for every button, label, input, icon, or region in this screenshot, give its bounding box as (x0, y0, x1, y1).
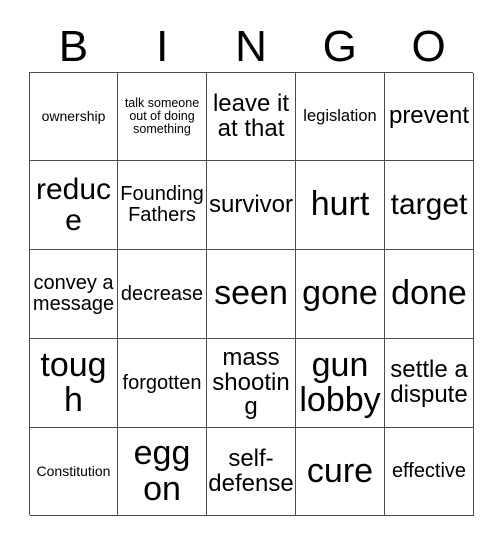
bingo-cell[interactable]: done (385, 250, 474, 339)
bingo-cell-label: Founding Fathers (120, 183, 204, 226)
bingo-card: B I N G O ownership talk someone out of … (0, 0, 500, 544)
bingo-cell-label: survivor (208, 190, 293, 218)
bingo-cell[interactable]: mass shooting (207, 339, 296, 428)
header-letter-i: I (156, 22, 169, 71)
bingo-cell[interactable]: survivor (207, 161, 296, 250)
bingo-cell-label: effective (391, 460, 467, 483)
bingo-cell[interactable]: talk someone out of doing something (118, 73, 207, 161)
bingo-cell-label: leave it at that (212, 89, 290, 142)
bingo-cell[interactable]: target (385, 161, 474, 250)
bingo-cell[interactable]: egg on (118, 428, 207, 516)
bingo-cell[interactable]: Constitution (30, 428, 118, 516)
bingo-cell[interactable]: seen (207, 250, 296, 339)
bingo-cell-label: tough (40, 345, 107, 419)
bingo-cell-label: gun lobby (299, 345, 381, 419)
bingo-cell[interactable]: effective (385, 428, 474, 516)
bingo-cell-label: legislation (303, 106, 377, 125)
bingo-cell[interactable]: ownership (30, 73, 118, 161)
bingo-cell-label: gone (302, 274, 378, 313)
bingo-cell-label: ownership (41, 108, 106, 125)
bingo-cell-label: done (391, 274, 467, 313)
header-letter-g: G (322, 22, 357, 71)
bingo-cell-label: cure (306, 451, 374, 490)
bingo-cell-label: decrease (120, 282, 204, 305)
bingo-grid: ownership talk someone out of doing some… (29, 72, 474, 516)
bingo-cell-label: seen (214, 274, 288, 313)
header-letter-o: O (411, 22, 446, 71)
bingo-cell-label: prevent (388, 102, 470, 130)
bingo-cell[interactable]: gone (296, 250, 385, 339)
bingo-cell[interactable]: convey a message (30, 250, 118, 339)
bingo-cell-label: reduce (35, 172, 112, 237)
bingo-cell-label: forgotten (122, 371, 202, 394)
header-letter-n: N (235, 22, 267, 71)
bingo-cell-label: talk someone out of doing something (124, 96, 200, 136)
bingo-cell-label: Constitution (36, 463, 111, 480)
bingo-cell[interactable]: legislation (296, 73, 385, 161)
bingo-cell[interactable]: settle a dispute (385, 339, 474, 428)
bingo-cell[interactable]: decrease (118, 250, 207, 339)
bingo-cell-label: convey a message (32, 272, 115, 315)
bingo-cell-label: settle a dispute (390, 356, 468, 408)
bingo-cell[interactable]: hurt (296, 161, 385, 250)
bingo-cell[interactable]: forgotten (118, 339, 207, 428)
bingo-cell[interactable]: gun lobby (296, 339, 385, 428)
bingo-cell-label: self-defense (208, 444, 294, 497)
bingo-header: B I N G O (29, 22, 473, 72)
bingo-cell[interactable]: tough (30, 339, 118, 428)
bingo-cell[interactable]: leave it at that (207, 73, 296, 161)
bingo-cell[interactable]: reduce (30, 161, 118, 250)
bingo-cell-label: target (390, 188, 468, 222)
bingo-cell-label: egg on (133, 434, 191, 508)
bingo-cell[interactable]: prevent (385, 73, 474, 161)
bingo-cell[interactable]: cure (296, 428, 385, 516)
bingo-cell-label: hurt (310, 185, 370, 224)
bingo-cell-label: mass shooting (212, 343, 290, 421)
header-letter-b: B (58, 22, 89, 71)
bingo-cell[interactable]: Founding Fathers (118, 161, 207, 250)
bingo-cell[interactable]: self-defense (207, 428, 296, 516)
